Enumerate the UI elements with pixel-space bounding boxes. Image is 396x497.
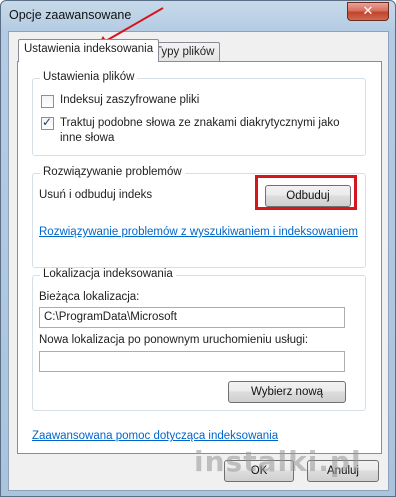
highlight-frame — [255, 175, 357, 210]
tab-panel: Ustawienia plików Indeksuj zaszyfrowane … — [17, 61, 382, 454]
advanced-help-link[interactable]: Zaawansowana pomoc dotycząca indeksowani… — [32, 430, 278, 442]
close-button[interactable]: ✕ — [347, 2, 389, 21]
title-bar[interactable]: Opcje zaawansowane ✕ — [1, 1, 395, 31]
watermark-logo: instalki.pl — [194, 445, 362, 478]
file-settings-title: Ustawienia plików — [40, 71, 138, 83]
diacritics-option[interactable]: ✓ Traktuj podobne słowa ze znakami diakr… — [41, 115, 351, 146]
new-location-field[interactable] — [39, 351, 345, 372]
new-location-label: Nowa lokalizacja po ponownym uruchomieni… — [39, 334, 309, 346]
rebuild-index-label: Usuń i odbuduj indeks — [39, 189, 153, 201]
tab-indexing-settings[interactable]: Ustawienia indeksowania — [18, 39, 160, 62]
window-title: Opcje zaawansowane — [9, 8, 132, 22]
index-location-group: Lokalizacja indeksowania Bieżąca lokaliz… — [32, 268, 366, 411]
encrypted-files-option[interactable]: Indeksuj zaszyfrowane pliki — [41, 94, 199, 108]
diacritics-checkbox[interactable]: ✓ — [41, 115, 54, 130]
troubleshooting-link[interactable]: Rozwiązywanie problemów z wyszukiwaniem … — [39, 226, 358, 238]
select-new-button[interactable]: Wybierz nową — [228, 381, 346, 403]
diacritics-label: Traktuj podobne słowa ze znakami diakryt… — [60, 117, 340, 144]
current-location-label: Bieżąca lokalizacja: — [39, 291, 140, 303]
current-location-field[interactable]: C:\ProgramData\Microsoft — [39, 307, 345, 328]
encrypted-files-label: Indeksuj zaszyfrowane pliki — [60, 94, 200, 106]
index-location-title: Lokalizacja indeksowania — [40, 268, 176, 280]
encrypted-files-checkbox[interactable] — [41, 95, 54, 108]
file-settings-group: Ustawienia plików Indeksuj zaszyfrowane … — [32, 71, 366, 156]
dialog-window: Opcje zaawansowane ✕ Ustawienia indeksow… — [0, 0, 396, 497]
tab-file-types[interactable]: Typy plików — [149, 42, 221, 63]
troubleshooting-title: Rozwiązywanie problemów — [40, 166, 185, 178]
checkmark-icon: ✓ — [42, 115, 53, 129]
dialog-client-area: Ustawienia indeksowania Typy plików Usta… — [8, 31, 389, 491]
